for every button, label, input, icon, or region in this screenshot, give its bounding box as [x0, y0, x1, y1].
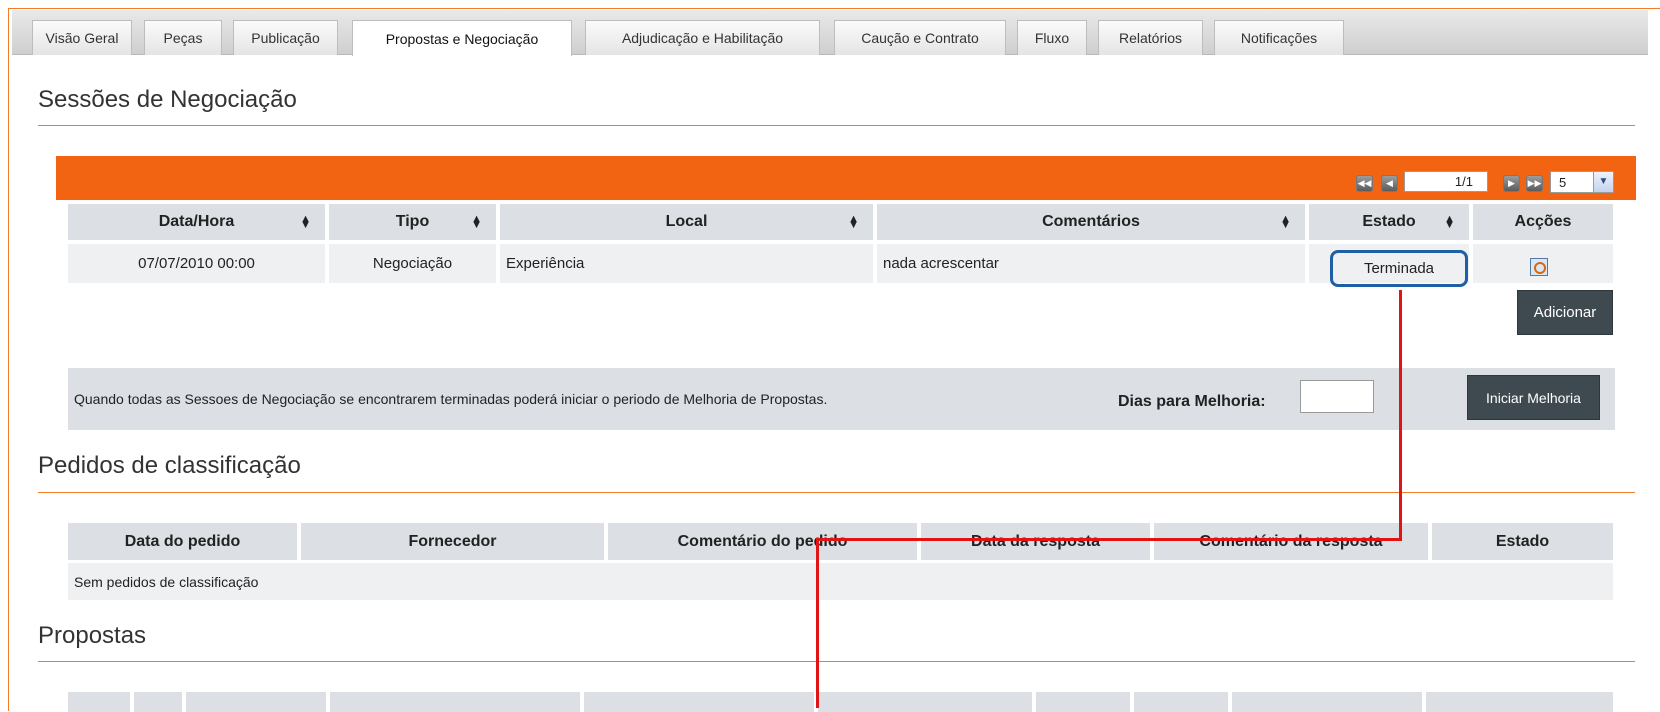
tab-relatorios[interactable]: Relatórios: [1098, 20, 1203, 55]
first-page-icon[interactable]: ◀◀: [1356, 175, 1373, 192]
column-header-label: Comentário da resposta: [1199, 532, 1383, 550]
column-header-comentario-pedido: Comentário do pedido: [608, 523, 917, 560]
column-header-label: Comentários: [1042, 213, 1140, 230]
section-title-classification: Pedidos de classificação: [38, 452, 301, 479]
column-header-label: Acções: [1514, 213, 1572, 230]
tab-adjudicacao-habilitacao[interactable]: Adjudicação e Habilitação: [585, 20, 820, 55]
tab-bar: Visão Geral Peças Publicação Propostas e…: [12, 10, 1648, 56]
tab-fluxo[interactable]: Fluxo: [1017, 20, 1087, 55]
section-title-proposals: Propostas: [38, 622, 147, 649]
column-header: [330, 692, 580, 712]
column-header-label: Comentário do pedido: [677, 532, 848, 550]
column-header-label: Data da resposta: [971, 532, 1100, 550]
column-header-comentarios[interactable]: Comentários ▲ ▼: [877, 204, 1305, 240]
column-header-label: Local: [665, 213, 708, 230]
next-page-icon[interactable]: ▶: [1503, 175, 1520, 192]
column-header: [1426, 692, 1613, 712]
info-text: Quando todas as Sessoes de Negociação se…: [68, 368, 1103, 430]
page-size-value: 5: [1559, 175, 1567, 190]
start-improvement-button[interactable]: Iniciar Melhoria: [1467, 375, 1600, 420]
section-divider: [38, 661, 1635, 662]
column-header: [134, 692, 182, 712]
page-size-select[interactable]: 5 ▼: [1550, 171, 1614, 193]
tab-pecas[interactable]: Peças: [144, 20, 222, 55]
annotation-line: [816, 538, 1402, 541]
column-header-label: Fornecedor: [408, 532, 497, 550]
empty-row: Sem pedidos de classificação: [68, 563, 1613, 600]
days-input[interactable]: [1300, 380, 1374, 413]
column-header-comentario-resposta: Comentário da resposta: [1154, 523, 1428, 560]
add-session-button[interactable]: Adicionar: [1517, 290, 1613, 335]
column-header: [818, 692, 1032, 712]
last-page-icon[interactable]: ▶▶: [1526, 175, 1543, 192]
column-header-data-pedido: Data do pedido: [68, 523, 297, 560]
column-header-label: Estado: [1495, 532, 1550, 550]
column-header: [68, 692, 130, 712]
tab-visao-geral[interactable]: Visão Geral: [32, 20, 132, 55]
column-header: [1134, 692, 1228, 712]
cell-comments: nada acrescentar: [877, 244, 1305, 283]
column-header-fornecedor: Fornecedor: [301, 523, 604, 560]
column-header-data-resposta: Data da resposta: [921, 523, 1150, 560]
cell-type: Negociação: [329, 244, 496, 283]
tab-caucao-contrato[interactable]: Caução e Contrato: [834, 20, 1006, 55]
column-header-datahora[interactable]: Data/Hora ▲ ▼: [68, 204, 325, 240]
cell-datetime: 07/07/2010 00:00: [68, 244, 325, 283]
sort-icon[interactable]: ▲ ▼: [300, 214, 311, 231]
annotation-line: [816, 538, 819, 708]
column-header-estado: Estado: [1432, 523, 1613, 560]
days-label: Dias para Melhoria:: [1118, 393, 1266, 410]
table-toolbar: [56, 156, 1636, 200]
column-header-label: Tipo: [395, 213, 430, 230]
section-divider: [38, 125, 1635, 126]
section-divider: [38, 492, 1635, 493]
prev-page-icon[interactable]: ◀: [1381, 175, 1398, 192]
page-indicator[interactable]: 1/1: [1404, 171, 1488, 192]
cell-local: Experiência: [500, 244, 873, 283]
sort-icon[interactable]: ▲ ▼: [1444, 214, 1455, 231]
column-header: [1036, 692, 1130, 712]
column-header-local[interactable]: Local ▲ ▼: [500, 204, 873, 240]
sort-icon[interactable]: ▲ ▼: [848, 214, 859, 231]
chevron-down-icon[interactable]: ▼: [1593, 172, 1613, 192]
column-header: [584, 692, 814, 712]
column-header-tipo[interactable]: Tipo ▲ ▼: [329, 204, 496, 240]
column-header-label: Estado: [1362, 213, 1416, 230]
sort-icon[interactable]: ▲ ▼: [1280, 214, 1291, 231]
column-header-estado[interactable]: Estado ▲ ▼: [1309, 204, 1469, 240]
tab-publicacao[interactable]: Publicação: [233, 20, 338, 55]
view-details-icon[interactable]: [1530, 258, 1548, 276]
sort-icon[interactable]: ▲ ▼: [471, 214, 482, 231]
tab-notificacoes[interactable]: Notificações: [1214, 20, 1344, 55]
section-title-sessions: Sessões de Negociação: [38, 86, 297, 113]
column-header-accoes: Acções: [1473, 204, 1613, 240]
column-header: [1232, 692, 1422, 712]
column-header: [186, 692, 326, 712]
status-badge: Terminada: [1330, 250, 1468, 287]
column-header-label: Data do pedido: [124, 532, 241, 550]
tab-propostas-negociacao[interactable]: Propostas e Negociação: [352, 20, 572, 56]
annotation-line: [1399, 290, 1402, 540]
column-header-label: Data/Hora: [158, 213, 235, 230]
